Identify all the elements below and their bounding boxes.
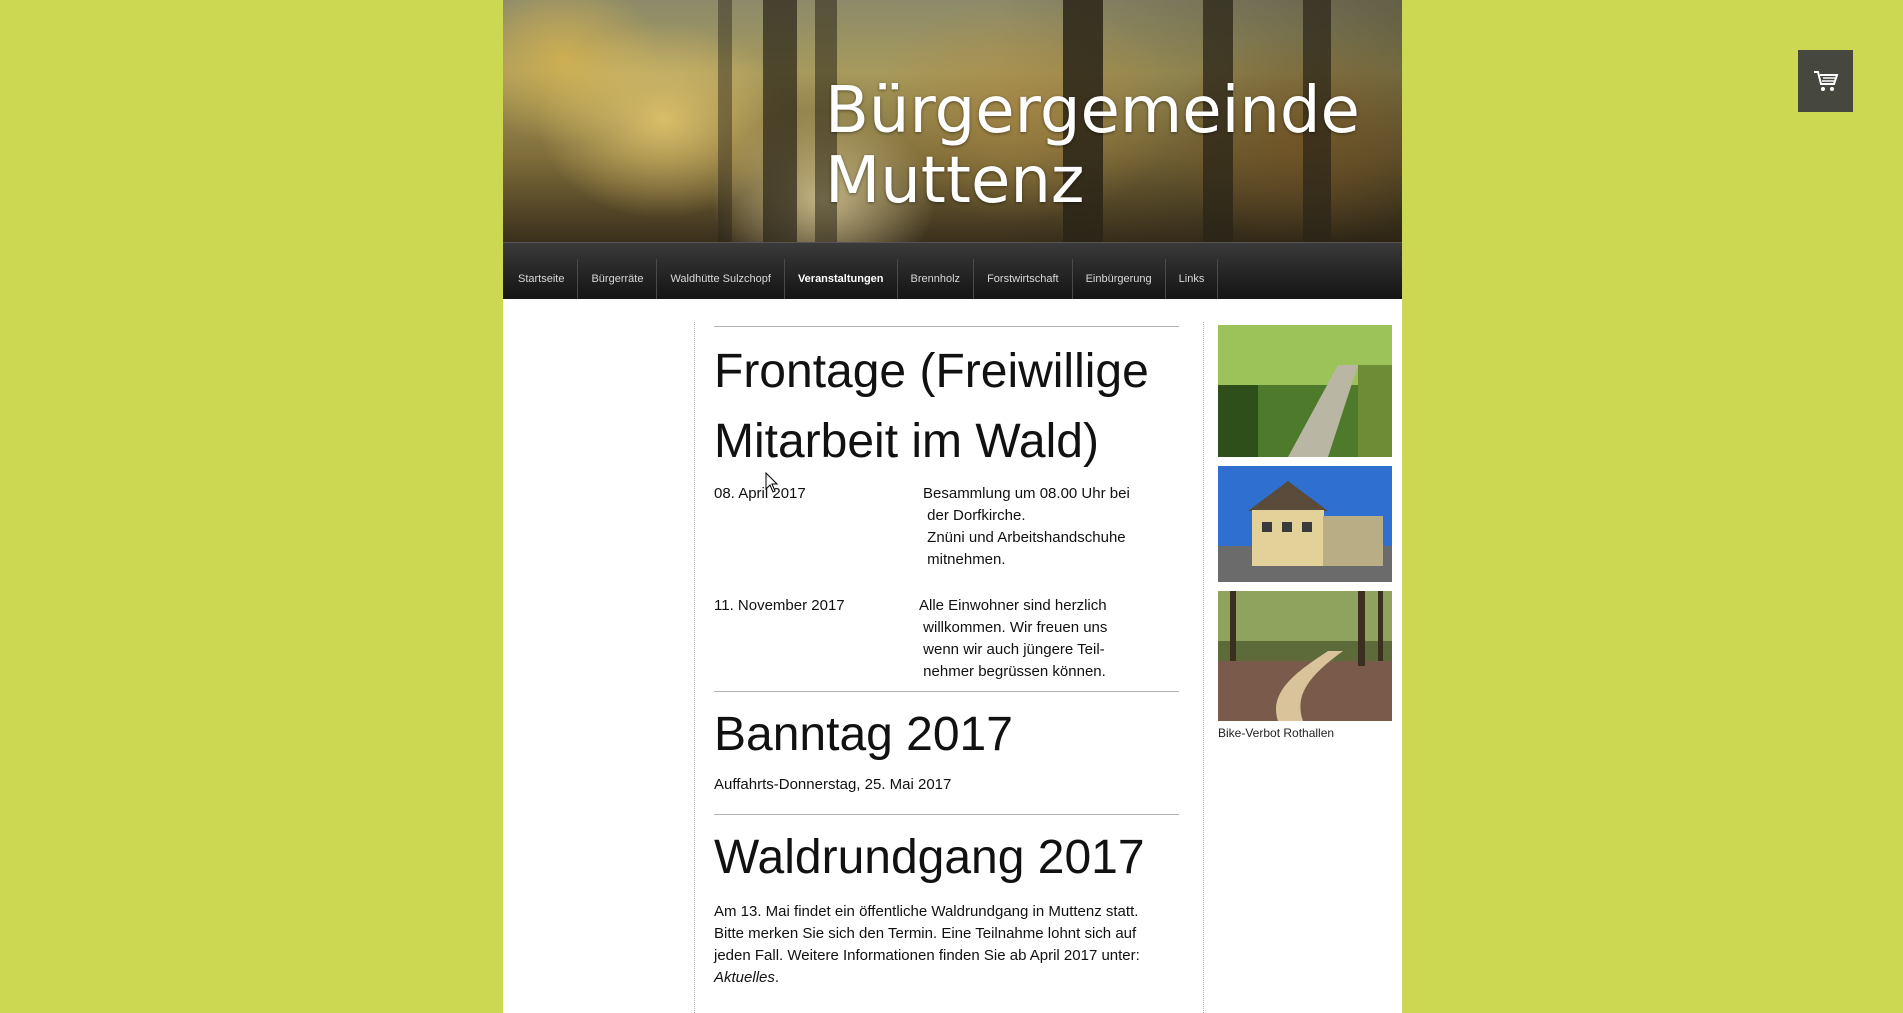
site-title-line1: Bürgergemeinde: [825, 74, 1360, 148]
section-divider: [714, 691, 1179, 692]
nav-item-einbuergerung[interactable]: Einbürgerung: [1073, 259, 1166, 299]
section-divider: [714, 814, 1179, 815]
nav-item-brennholz[interactable]: Brennholz: [898, 259, 975, 299]
page-container: Bürgergemeinde Muttenz Startseite Bürger…: [503, 0, 1402, 1013]
event-description-line: Alle Einwohner sind herzlich: [919, 597, 1107, 614]
column-divider: [694, 322, 695, 1013]
punctuation: .: [774, 969, 780, 986]
boardwalk-photo[interactable]: [1218, 591, 1392, 721]
banntag-text: Auffahrts-Donnerstag, 25. Mai 2017: [714, 776, 952, 793]
section-divider: [714, 326, 1179, 327]
event-description-line: Znüni und Arbeitshandschuhe: [923, 529, 1126, 546]
event-description-line: Besammlung um 08.00 Uhr bei: [923, 485, 1130, 502]
paragraph-line: Am 13. Mai findet ein öffentliche Waldru…: [714, 903, 1139, 920]
event-description-line: wenn wir auch jüngere Teil-: [919, 641, 1105, 658]
main-content: Frontage (Freiwillige Mitarbeit im Wald)…: [714, 326, 1179, 989]
nav-item-links[interactable]: Links: [1166, 259, 1219, 299]
event-description-line: willkommen. Wir freuen uns: [919, 619, 1108, 636]
nav-item-forstwirtschaft[interactable]: Forstwirtschaft: [974, 259, 1073, 299]
shopping-cart-icon: [1813, 71, 1838, 91]
event-description: Alle Einwohner sind herzlich willkommen.…: [919, 595, 1159, 683]
aktuelles-link[interactable]: Aktuelles: [714, 969, 775, 986]
mouse-cursor-icon: [765, 472, 779, 493]
site-title[interactable]: Bürgergemeinde Muttenz: [825, 76, 1360, 216]
event-row: 08. April 2017 Besammlung um 08.00 Uhr b…: [714, 483, 1179, 595]
gallery-caption: Bike-Verbot Rothallen: [1218, 726, 1335, 740]
sidebar-gallery: Bike-Verbot Rothallen: [1218, 325, 1392, 740]
main-navigation: Startseite Bürgerräte Waldhütte Sulzchop…: [503, 242, 1402, 299]
nav-item-veranstaltungen[interactable]: Veranstaltungen: [785, 259, 898, 299]
tree-trunk: [763, 0, 797, 242]
event-description-line: mitnehmen.: [923, 551, 1006, 568]
section-heading-frontage: Frontage (Freiwillige Mitarbeit im Wald): [714, 337, 1179, 477]
header-banner: Bürgergemeinde Muttenz: [503, 0, 1402, 242]
column-divider: [1203, 322, 1204, 1013]
forest-path-photo[interactable]: [1218, 325, 1392, 457]
event-description-line: der Dorfkirche.: [923, 507, 1026, 524]
event-row: 11. November 2017 Alle Einwohner sind he…: [714, 595, 1179, 691]
nav-item-buergerraete[interactable]: Bürgerräte: [578, 259, 658, 299]
heading-line: Mitarbeit im Wald): [714, 415, 1099, 468]
shopping-cart-button[interactable]: [1798, 50, 1853, 112]
nav-item-startseite[interactable]: Startseite: [505, 259, 579, 299]
nav-item-waldhuette[interactable]: Waldhütte Sulzchopf: [657, 259, 785, 299]
paragraph-line: Bitte merken Sie sich den Termin. Eine T…: [714, 925, 1137, 942]
heading-line: Frontage (Freiwillige: [714, 345, 1149, 398]
paragraph-line: jeden Fall. Weitere Informationen finden…: [714, 947, 1140, 964]
tree-trunk: [718, 0, 732, 242]
waldrundgang-text: Am 13. Mai findet ein öffentliche Waldru…: [714, 901, 1179, 989]
event-description: Besammlung um 08.00 Uhr bei der Dorfkirc…: [923, 483, 1163, 571]
event-description-line: nehmer begrüssen können.: [919, 663, 1106, 680]
paragraph-line: Aktuelles.: [714, 967, 1179, 989]
section-heading-banntag: Banntag 2017: [714, 708, 1013, 761]
event-date: 08. April 2017: [714, 485, 806, 502]
event-date: 11. November 2017: [714, 597, 845, 614]
building-photo[interactable]: [1218, 466, 1392, 582]
section-heading-waldrundgang: Waldrundgang 2017: [714, 831, 1145, 884]
site-title-line2: Muttenz: [825, 144, 1085, 218]
